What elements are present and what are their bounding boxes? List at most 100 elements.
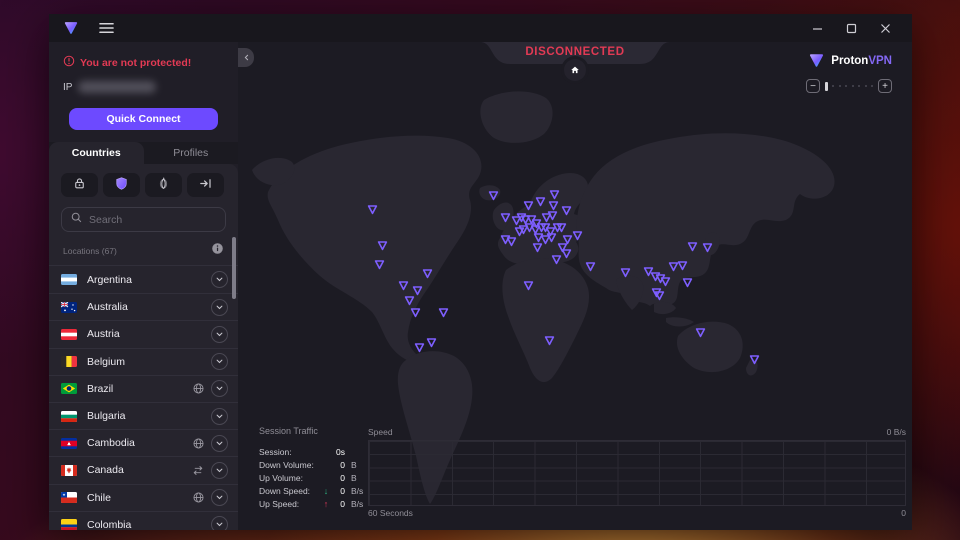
server-location-marker[interactable]	[421, 267, 434, 280]
quick-connect-button[interactable]: Quick Connect	[69, 108, 218, 130]
country-row[interactable]: Australia	[49, 293, 238, 320]
chevron-down-icon[interactable]	[211, 516, 228, 530]
server-location-marker[interactable]	[686, 240, 699, 253]
zoom-out-button[interactable]: −	[806, 79, 820, 93]
country-row[interactable]: Chile	[49, 483, 238, 511]
server-location-marker[interactable]	[571, 229, 584, 242]
chevron-down-icon[interactable]	[211, 489, 228, 507]
server-location-marker[interactable]	[534, 195, 547, 208]
zoom-track-dot	[864, 85, 867, 87]
server-location-marker[interactable]	[560, 204, 573, 217]
speed-chart-grid	[368, 440, 906, 506]
tor-icon	[156, 176, 171, 194]
country-row[interactable]: Cambodia	[49, 429, 238, 456]
server-location-marker[interactable]	[437, 306, 450, 319]
chevron-down-icon[interactable]	[211, 353, 228, 371]
session-stat-row: Down Speed: ↓ 0 B/s	[259, 486, 364, 497]
server-location-marker[interactable]	[373, 258, 386, 271]
chevron-down-icon[interactable]	[211, 434, 228, 452]
filter-tor-icon[interactable]	[145, 173, 182, 197]
server-location-marker[interactable]	[505, 235, 518, 248]
flag-brazil-icon	[61, 383, 77, 395]
connection-status-block: You are not protected! IP	[49, 42, 238, 108]
server-location-marker[interactable]	[619, 266, 632, 279]
speed-chart-max-label: 0 B/s	[886, 427, 906, 437]
filter-p2p-icon[interactable]	[187, 173, 224, 197]
country-row[interactable]: Brazil	[49, 374, 238, 402]
lock-icon	[72, 176, 87, 194]
tab-profiles[interactable]: Profiles	[144, 142, 239, 164]
server-location-marker[interactable]	[676, 259, 689, 272]
chevron-down-icon[interactable]	[211, 407, 228, 425]
country-row[interactable]: Argentina	[49, 266, 238, 293]
hamburger-menu-icon[interactable]	[93, 18, 119, 38]
server-location-marker[interactable]	[522, 279, 535, 292]
server-location-marker[interactable]	[376, 239, 389, 252]
filter-secure-core-shield-icon[interactable]	[103, 173, 140, 197]
zoom-in-button[interactable]: +	[878, 79, 892, 93]
close-button[interactable]	[868, 17, 902, 39]
server-location-marker[interactable]	[748, 353, 761, 366]
chevron-down-icon[interactable]	[211, 380, 228, 398]
server-location-marker[interactable]	[681, 276, 694, 289]
countries-panel: Locations (67) Argentina Australia Austr…	[49, 164, 238, 530]
info-icon[interactable]	[211, 242, 224, 260]
country-row[interactable]: Canada	[49, 456, 238, 483]
sidebar-tabs: Countries Profiles	[49, 142, 238, 164]
server-location-marker[interactable]	[397, 279, 410, 292]
country-row[interactable]: Austria	[49, 320, 238, 347]
flag-austria-icon	[61, 328, 77, 340]
filter-lock-icon[interactable]	[61, 173, 98, 197]
country-list: Argentina Australia Austria Belgium Braz…	[49, 265, 238, 530]
server-location-marker[interactable]	[366, 203, 379, 216]
zoom-slider[interactable]	[825, 81, 873, 91]
globe-icon	[190, 437, 206, 450]
server-location-marker[interactable]	[531, 241, 544, 254]
p2p-icon	[190, 464, 206, 477]
country-row[interactable]: Belgium	[49, 347, 238, 375]
zoom-track-dot	[851, 85, 854, 87]
warning-icon	[63, 54, 75, 72]
speed-chart-x-label: 60 Seconds	[368, 508, 413, 518]
chevron-down-icon[interactable]	[211, 461, 228, 479]
home-button[interactable]	[564, 59, 586, 81]
flag-belgium-icon	[61, 356, 77, 368]
flag-colombia-icon	[61, 519, 77, 530]
map-area: DISCONNECTED ProtonVPN − + Session Traff…	[238, 42, 912, 530]
country-row[interactable]: Colombia	[49, 510, 238, 530]
zoom-track-dot	[871, 85, 873, 87]
session-stat-row: Up Speed: ↑ 0 B/s	[259, 499, 364, 510]
server-location-marker[interactable]	[487, 189, 500, 202]
server-location-marker[interactable]	[543, 334, 556, 347]
globe-icon	[190, 491, 206, 504]
chevron-down-icon[interactable]	[211, 298, 228, 316]
server-location-marker[interactable]	[425, 336, 438, 349]
maximize-button[interactable]	[834, 17, 868, 39]
protonvpn-window: You are not protected! IP Quick Connect …	[49, 14, 912, 530]
locations-count-label: Locations (67)	[63, 246, 117, 256]
protonvpn-logo-icon	[808, 52, 825, 69]
zoom-slider-handle[interactable]	[825, 81, 828, 91]
tab-countries[interactable]: Countries	[49, 142, 144, 164]
minimize-button[interactable]	[800, 17, 834, 39]
globe-icon	[190, 382, 206, 395]
chevron-down-icon[interactable]	[211, 325, 228, 343]
server-location-marker[interactable]	[653, 289, 666, 302]
country-row[interactable]: Bulgaria	[49, 401, 238, 429]
p2p-icon	[198, 176, 213, 194]
map-zoom-control: − +	[806, 79, 892, 93]
server-location-marker[interactable]	[409, 306, 422, 319]
search-box[interactable]	[61, 207, 226, 232]
chevron-down-icon[interactable]	[211, 271, 228, 289]
scrollbar-thumb[interactable]	[232, 237, 236, 299]
flag-argentina-icon	[61, 274, 77, 286]
brand-name: ProtonVPN	[831, 54, 892, 67]
server-location-marker[interactable]	[413, 341, 426, 354]
server-location-marker[interactable]	[584, 260, 597, 273]
sidebar: You are not protected! IP Quick Connect …	[49, 42, 238, 530]
server-location-marker[interactable]	[694, 326, 707, 339]
search-input[interactable]	[89, 213, 224, 226]
server-location-marker[interactable]	[701, 241, 714, 254]
down-arrow-icon: ↓	[323, 486, 329, 497]
flag-chile-icon	[61, 492, 77, 504]
